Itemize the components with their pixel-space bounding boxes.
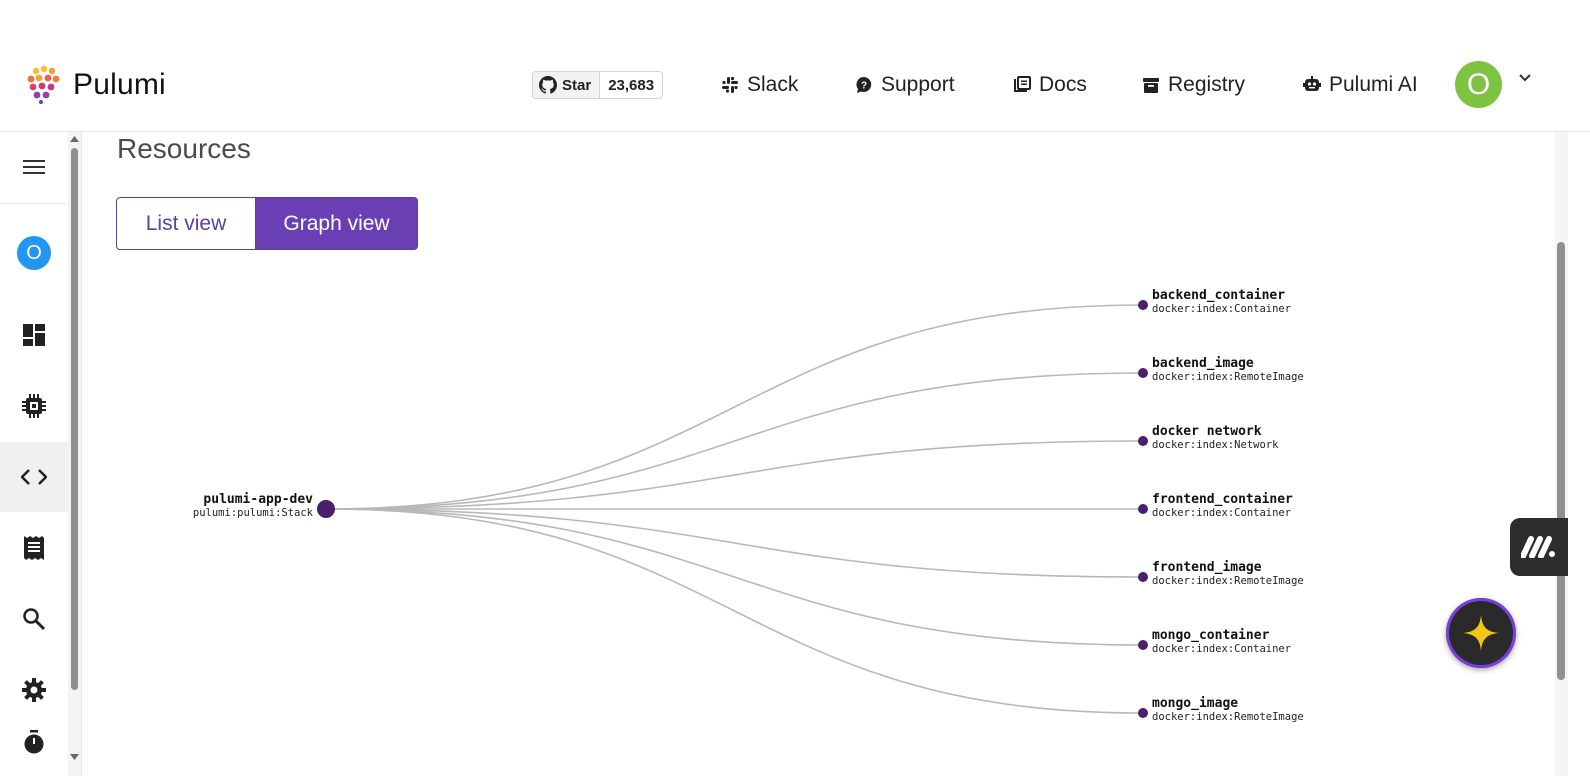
timer-icon[interactable] [0, 708, 68, 776]
slack-icon [722, 76, 738, 93]
pulumi-logo[interactable]: Pulumi [25, 66, 166, 104]
dashboard-icon[interactable] [0, 300, 68, 370]
nav-support[interactable]: ? Support [855, 70, 955, 100]
graph-node[interactable] [1138, 504, 1148, 514]
registry-icon [1143, 78, 1159, 93]
graph-node-name: frontend_container [1152, 492, 1293, 507]
github-star-button[interactable]: Star 23,683 [532, 71, 664, 99]
graph-edge [325, 304, 1144, 510]
graph-node-name: backend_image [1152, 356, 1254, 371]
receipt-icon[interactable] [0, 513, 68, 583]
sidebar-scrollbar-thumb[interactable] [71, 148, 78, 690]
graph-node-type: docker:index:Container [1152, 507, 1292, 519]
graph-node-label[interactable]: frontend_image docker:index:RemoteImage [1152, 561, 1304, 587]
sidebar-divider [0, 203, 66, 204]
search-icon[interactable] [0, 584, 68, 654]
user-avatar-initial: O [1466, 67, 1491, 101]
graph-edge [325, 372, 1144, 510]
graph-node-type: docker:index:Network [1152, 439, 1279, 451]
graph-node-label[interactable]: mongo_image docker:index:RemoteImage [1152, 697, 1304, 723]
nav-support-label: Support [881, 73, 955, 96]
graph-view-button[interactable]: Graph view [255, 197, 418, 250]
graph-node-type: docker:index:Container [1152, 643, 1292, 655]
graph-node-name: docker network [1152, 424, 1262, 439]
graph-edge [325, 508, 1144, 646]
docs-icon [1014, 76, 1031, 92]
view-toggle: List view Graph view [116, 197, 418, 250]
graph-root-name: pulumi-app-dev [203, 492, 313, 507]
graph-node-name: mongo_image [1152, 696, 1239, 711]
ai-assistant-button[interactable] [1446, 598, 1516, 668]
graph-node[interactable] [1138, 708, 1148, 718]
robot-icon [1303, 76, 1321, 91]
github-star-count: 23,683 [608, 76, 655, 94]
github-star-label: Star [562, 76, 592, 94]
nav-registry[interactable]: Registry [1142, 70, 1245, 100]
chip-icon[interactable] [0, 371, 68, 441]
nav-slack-label: Slack [747, 73, 799, 96]
nav-pulumi-ai[interactable]: Pulumi AI [1303, 70, 1418, 100]
graph-root-type: pulumi:pulumi:Stack [192, 507, 313, 519]
feedback-widget-button[interactable] [1510, 518, 1568, 576]
graph-node-label[interactable]: mongo_container docker:index:Container [1152, 629, 1291, 655]
graph-edge [325, 508, 1144, 578]
nav-slack[interactable]: Slack [721, 70, 798, 100]
graph-node-type: docker:index:Container [1152, 303, 1292, 315]
graph-node[interactable] [1138, 572, 1148, 582]
graph-node-type: docker:index:RemoteImage [1152, 575, 1304, 587]
support-icon: ? [856, 77, 872, 93]
graph-node-label[interactable]: frontend_container docker:index:Container [1152, 493, 1293, 519]
svg-text:?: ? [861, 81, 867, 92]
nav-pulumi-ai-label: Pulumi AI [1329, 73, 1418, 96]
nav-docs-label: Docs [1039, 73, 1087, 96]
page-scrollbar-thumb[interactable] [1557, 242, 1565, 680]
graph-node-type: docker:index:RemoteImage [1152, 711, 1304, 723]
graph-node-label[interactable]: backend_container docker:index:Container [1152, 289, 1291, 315]
scroll-up-arrow-icon[interactable] [70, 136, 79, 142]
graph-node[interactable] [1138, 300, 1148, 310]
graph-node-name: mongo_container [1152, 628, 1270, 643]
page-title: Resources [117, 133, 251, 164]
left-sidebar: O [0, 132, 68, 776]
graph-node-label[interactable]: backend_image docker:index:RemoteImage [1152, 357, 1304, 383]
graph-edge [325, 508, 1144, 714]
graph-node[interactable] [1138, 640, 1148, 650]
github-icon [539, 76, 557, 94]
org-avatar-initial: O [26, 241, 42, 264]
org-switcher[interactable]: O [0, 218, 68, 288]
graph-node-label[interactable]: docker network docker:index:Network [1152, 425, 1278, 451]
page-scrollbar[interactable] [1555, 132, 1568, 776]
sparkle-icon [1463, 615, 1499, 651]
code-icon[interactable] [0, 442, 68, 512]
m-logo-icon [1521, 536, 1555, 558]
nav-registry-label: Registry [1168, 73, 1246, 96]
graph-node-name: frontend_image [1152, 560, 1262, 575]
sidebar-scrollbar[interactable] [68, 132, 82, 776]
list-view-button[interactable]: List view [116, 197, 256, 250]
nav-docs[interactable]: Docs [1013, 70, 1087, 100]
hamburger-menu-icon[interactable] [0, 132, 68, 202]
scroll-down-arrow-icon[interactable] [70, 754, 79, 760]
graph-edge [325, 440, 1144, 510]
graph-node[interactable] [1138, 436, 1148, 446]
graph-node-name: backend_container [1152, 288, 1286, 303]
graph-node[interactable] [1138, 368, 1148, 378]
graph-root-node[interactable] [317, 500, 335, 518]
top-header: Pulumi Star 23,683 Slack ? Support Docs … [0, 0, 1590, 132]
graph-node-type: docker:index:RemoteImage [1152, 371, 1304, 383]
user-menu-chevron-down-icon[interactable] [1517, 70, 1533, 91]
brand-name: Pulumi [73, 68, 166, 101]
pulumi-logo-icon [27, 66, 60, 104]
user-avatar[interactable]: O [1455, 61, 1502, 108]
org-avatar: O [17, 236, 51, 270]
graph-root-label[interactable]: pulumi-app-dev pulumi:pulumi:Stack [193, 493, 313, 519]
